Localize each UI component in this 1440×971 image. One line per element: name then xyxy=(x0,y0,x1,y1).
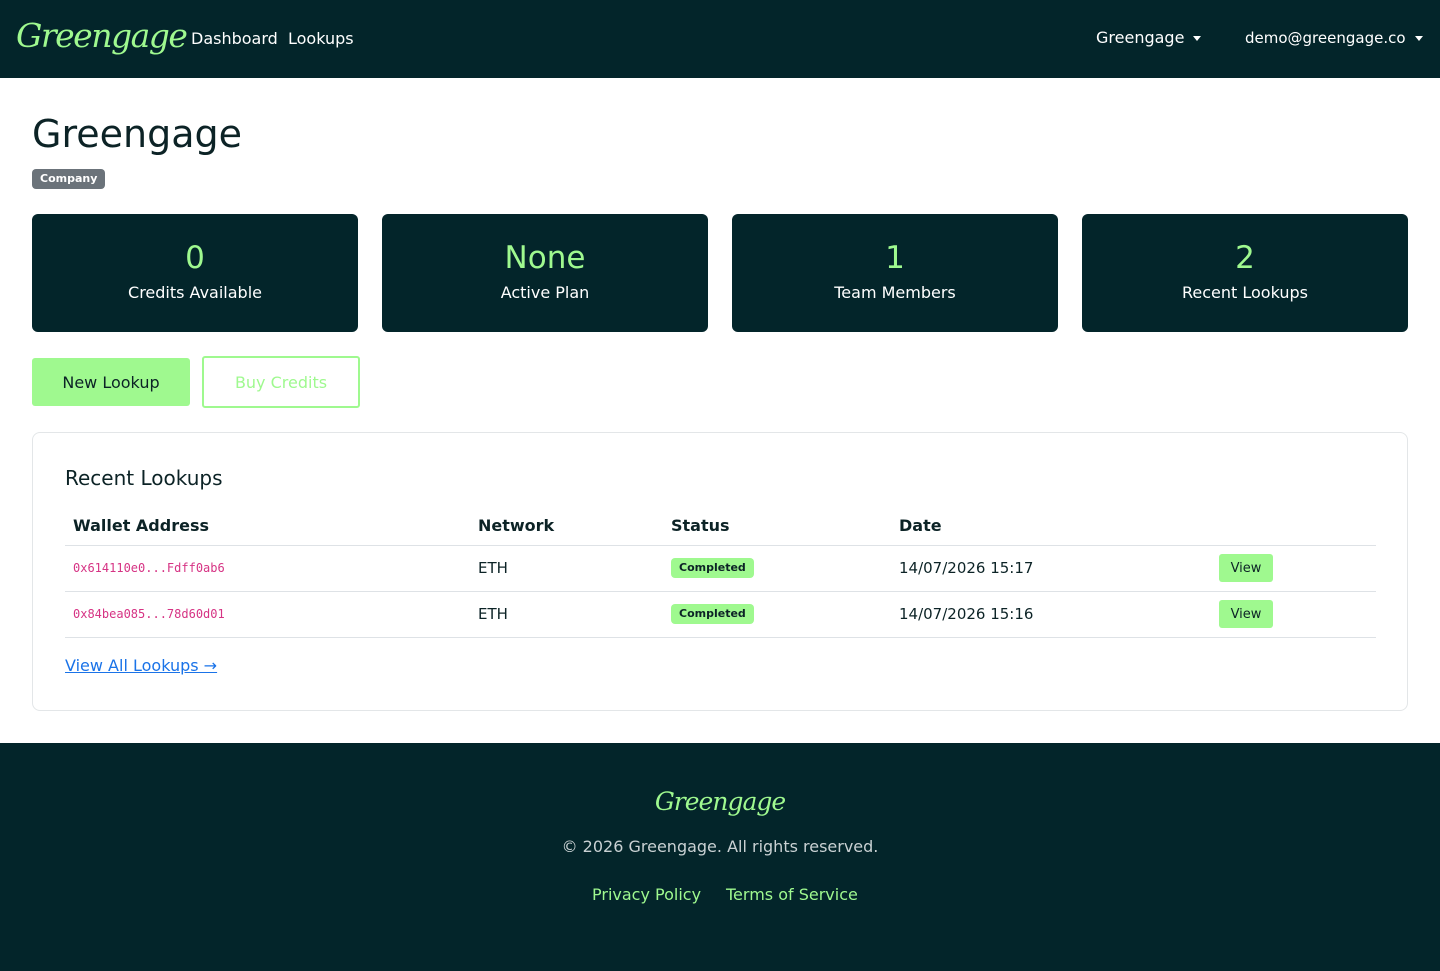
table-header: Wallet Address Network Status Date xyxy=(65,509,1376,546)
table-row: 0x84bea085...78d60d01 ETH Completed 14/0… xyxy=(65,592,1376,638)
company-badge: Company xyxy=(32,169,106,189)
stat-value: 2 xyxy=(1235,240,1255,276)
privacy-policy-link[interactable]: Privacy Policy xyxy=(592,884,701,906)
new-lookup-button[interactable]: New Lookup xyxy=(32,358,190,406)
company-menu-label: Greengage xyxy=(1096,28,1185,47)
stat-label: Active Plan xyxy=(500,283,590,302)
nav-link-dashboard[interactable]: Dashboard xyxy=(191,28,278,50)
chevron-down-icon xyxy=(1193,35,1202,41)
user-menu-label: demo@greengage.co xyxy=(1245,29,1406,47)
buy-credits-button[interactable]: Buy Credits xyxy=(202,356,360,408)
chevron-down-icon xyxy=(1414,35,1423,41)
stat-label: Team Members xyxy=(834,283,956,302)
date-cell: 14/07/2026 15:17 xyxy=(899,559,1034,577)
wallet-address: 0x614110e0...Fdff0ab6 xyxy=(73,561,225,575)
stat-value: 0 xyxy=(185,240,205,276)
nav-link-lookups[interactable]: Lookups xyxy=(288,28,354,50)
view-lookup-button[interactable]: View xyxy=(1219,600,1273,628)
brand-logo[interactable]: Greengage xyxy=(16,14,188,58)
recent-lookups-table: Wallet Address Network Status Date 0x614… xyxy=(65,509,1376,638)
page-footer: Greengage © 2026 Greengage. All rights r… xyxy=(0,743,1440,971)
top-navbar: Greengage Dashboard Lookups Greengage de… xyxy=(0,0,1440,78)
footer-logo: Greengage xyxy=(654,787,786,816)
column-header-date: Date xyxy=(899,516,942,535)
page-title: Greengage xyxy=(32,112,242,156)
wallet-address: 0x84bea085...78d60d01 xyxy=(73,607,225,621)
date-cell: 14/07/2026 15:16 xyxy=(899,605,1034,623)
stat-value: None xyxy=(504,240,586,276)
company-menu-dropdown[interactable]: Greengage xyxy=(1096,27,1202,49)
stat-value: 1 xyxy=(885,240,905,276)
footer-copyright: © 2026 Greengage. All rights reserved. xyxy=(561,837,879,856)
stat-card-plan: None Active Plan xyxy=(382,214,708,332)
user-menu-dropdown[interactable]: demo@greengage.co xyxy=(1245,27,1423,49)
column-header-network: Network xyxy=(478,516,555,535)
panel-title: Recent Lookups xyxy=(65,466,223,490)
status-badge: Completed xyxy=(671,604,754,624)
network-cell: ETH xyxy=(478,559,508,577)
network-cell: ETH xyxy=(478,605,508,623)
stat-card-credits: 0 Credits Available xyxy=(32,214,358,332)
status-badge: Completed xyxy=(671,558,754,578)
view-all-lookups-link[interactable]: View All Lookups → xyxy=(65,655,217,677)
stat-card-team: 1 Team Members xyxy=(732,214,1058,332)
table-row: 0x614110e0...Fdff0ab6 ETH Completed 14/0… xyxy=(65,546,1376,592)
column-header-status: Status xyxy=(671,516,730,535)
recent-lookups-panel: Recent Lookups Wallet Address Network St… xyxy=(32,432,1408,711)
stat-card-lookups: 2 Recent Lookups xyxy=(1082,214,1408,332)
terms-of-service-link[interactable]: Terms of Service xyxy=(726,884,858,906)
stat-label: Recent Lookups xyxy=(1182,283,1308,302)
view-lookup-button[interactable]: View xyxy=(1219,554,1273,582)
column-header-wallet: Wallet Address xyxy=(73,516,209,535)
stat-label: Credits Available xyxy=(128,283,262,302)
